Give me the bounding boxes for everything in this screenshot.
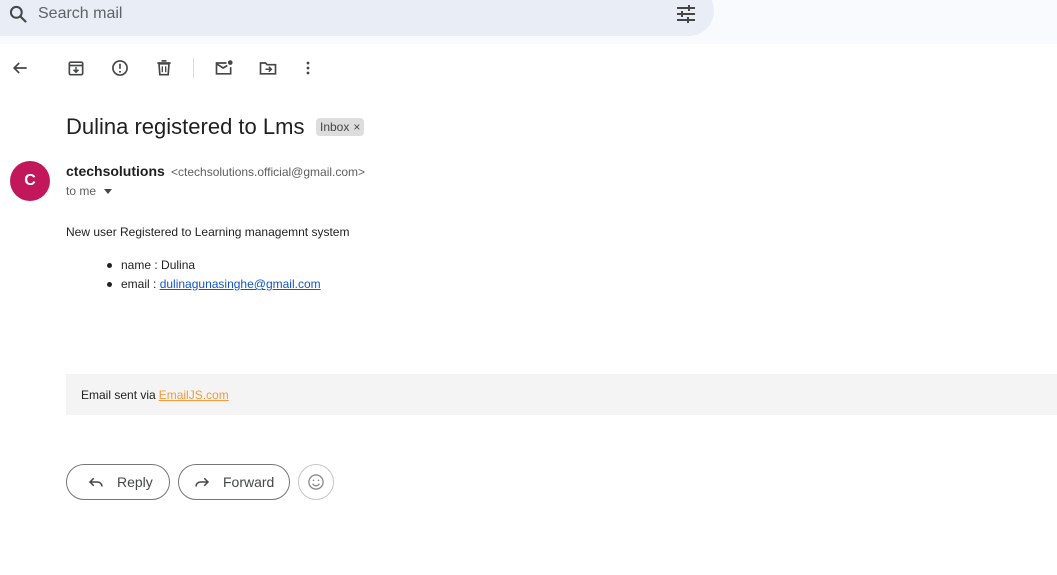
search-bar	[0, 0, 714, 36]
toolbar-divider	[193, 58, 194, 78]
inbox-label-chip[interactable]: Inbox ×	[316, 118, 365, 136]
remove-label-icon[interactable]: ×	[353, 120, 360, 134]
name-value: Dulina	[161, 258, 196, 272]
more-options-button[interactable]	[296, 56, 320, 80]
mark-unread-button[interactable]	[212, 56, 236, 80]
name-prefix: name :	[121, 258, 162, 272]
back-button[interactable]	[8, 56, 32, 80]
report-spam-button[interactable]	[108, 56, 132, 80]
user-email-link[interactable]: dulinagunasinghe@gmail.com	[160, 277, 321, 291]
emailjs-link[interactable]: EmailJS.com	[159, 388, 229, 402]
registration-details-list: name : Dulina email : dulinagunasinghe@g…	[66, 258, 321, 296]
email-prefix: email :	[121, 277, 160, 291]
mark-unread-icon	[215, 60, 233, 75]
forward-label: Forward	[223, 474, 275, 490]
more-vert-icon	[306, 61, 310, 75]
email-subject: Dulina registered to Lms	[66, 114, 305, 139]
forward-button[interactable]: Forward	[178, 464, 290, 500]
report-spam-icon	[112, 60, 128, 76]
reply-button[interactable]: Reply	[66, 464, 170, 500]
sender-avatar[interactable]: C	[10, 161, 50, 201]
sender-name[interactable]: ctechsolutions	[66, 163, 165, 179]
move-to-button[interactable]	[256, 56, 280, 80]
footer-prefix: Email sent via	[81, 387, 156, 402]
email-view: Dulina registered to Lms Inbox × C ctech…	[0, 44, 1057, 575]
search-icon[interactable]	[8, 4, 28, 24]
search-options-icon[interactable]	[674, 2, 698, 26]
email-footer: Email sent via EmailJS.com	[66, 374, 1057, 415]
back-arrow-icon	[12, 62, 27, 74]
recipient-text: to me	[66, 184, 97, 198]
recipient-details-toggle[interactable]: to me	[66, 184, 113, 198]
archive-button[interactable]	[64, 56, 88, 80]
reply-label: Reply	[117, 474, 153, 490]
move-to-icon	[259, 62, 277, 75]
archive-icon	[68, 61, 84, 76]
label-text: Inbox	[320, 120, 350, 134]
list-item-email: email : dulinagunasinghe@gmail.com	[66, 277, 321, 296]
sender-email: <ctechsolutions.official@gmail.com>	[171, 165, 366, 179]
list-item-name: name : Dulina	[66, 258, 321, 277]
reply-icon	[88, 477, 103, 487]
search-input[interactable]	[38, 2, 638, 26]
email-body-intro: New user Registered to Learning managemn…	[66, 225, 350, 239]
emoji-icon	[308, 474, 324, 490]
forward-icon	[195, 477, 210, 487]
gmail-page: Dulina registered to Lms Inbox × C ctech…	[0, 0, 1057, 575]
chevron-down-icon	[104, 188, 113, 194]
delete-icon	[157, 60, 171, 76]
delete-button[interactable]	[152, 56, 176, 80]
emoji-reaction-button[interactable]	[298, 464, 334, 500]
